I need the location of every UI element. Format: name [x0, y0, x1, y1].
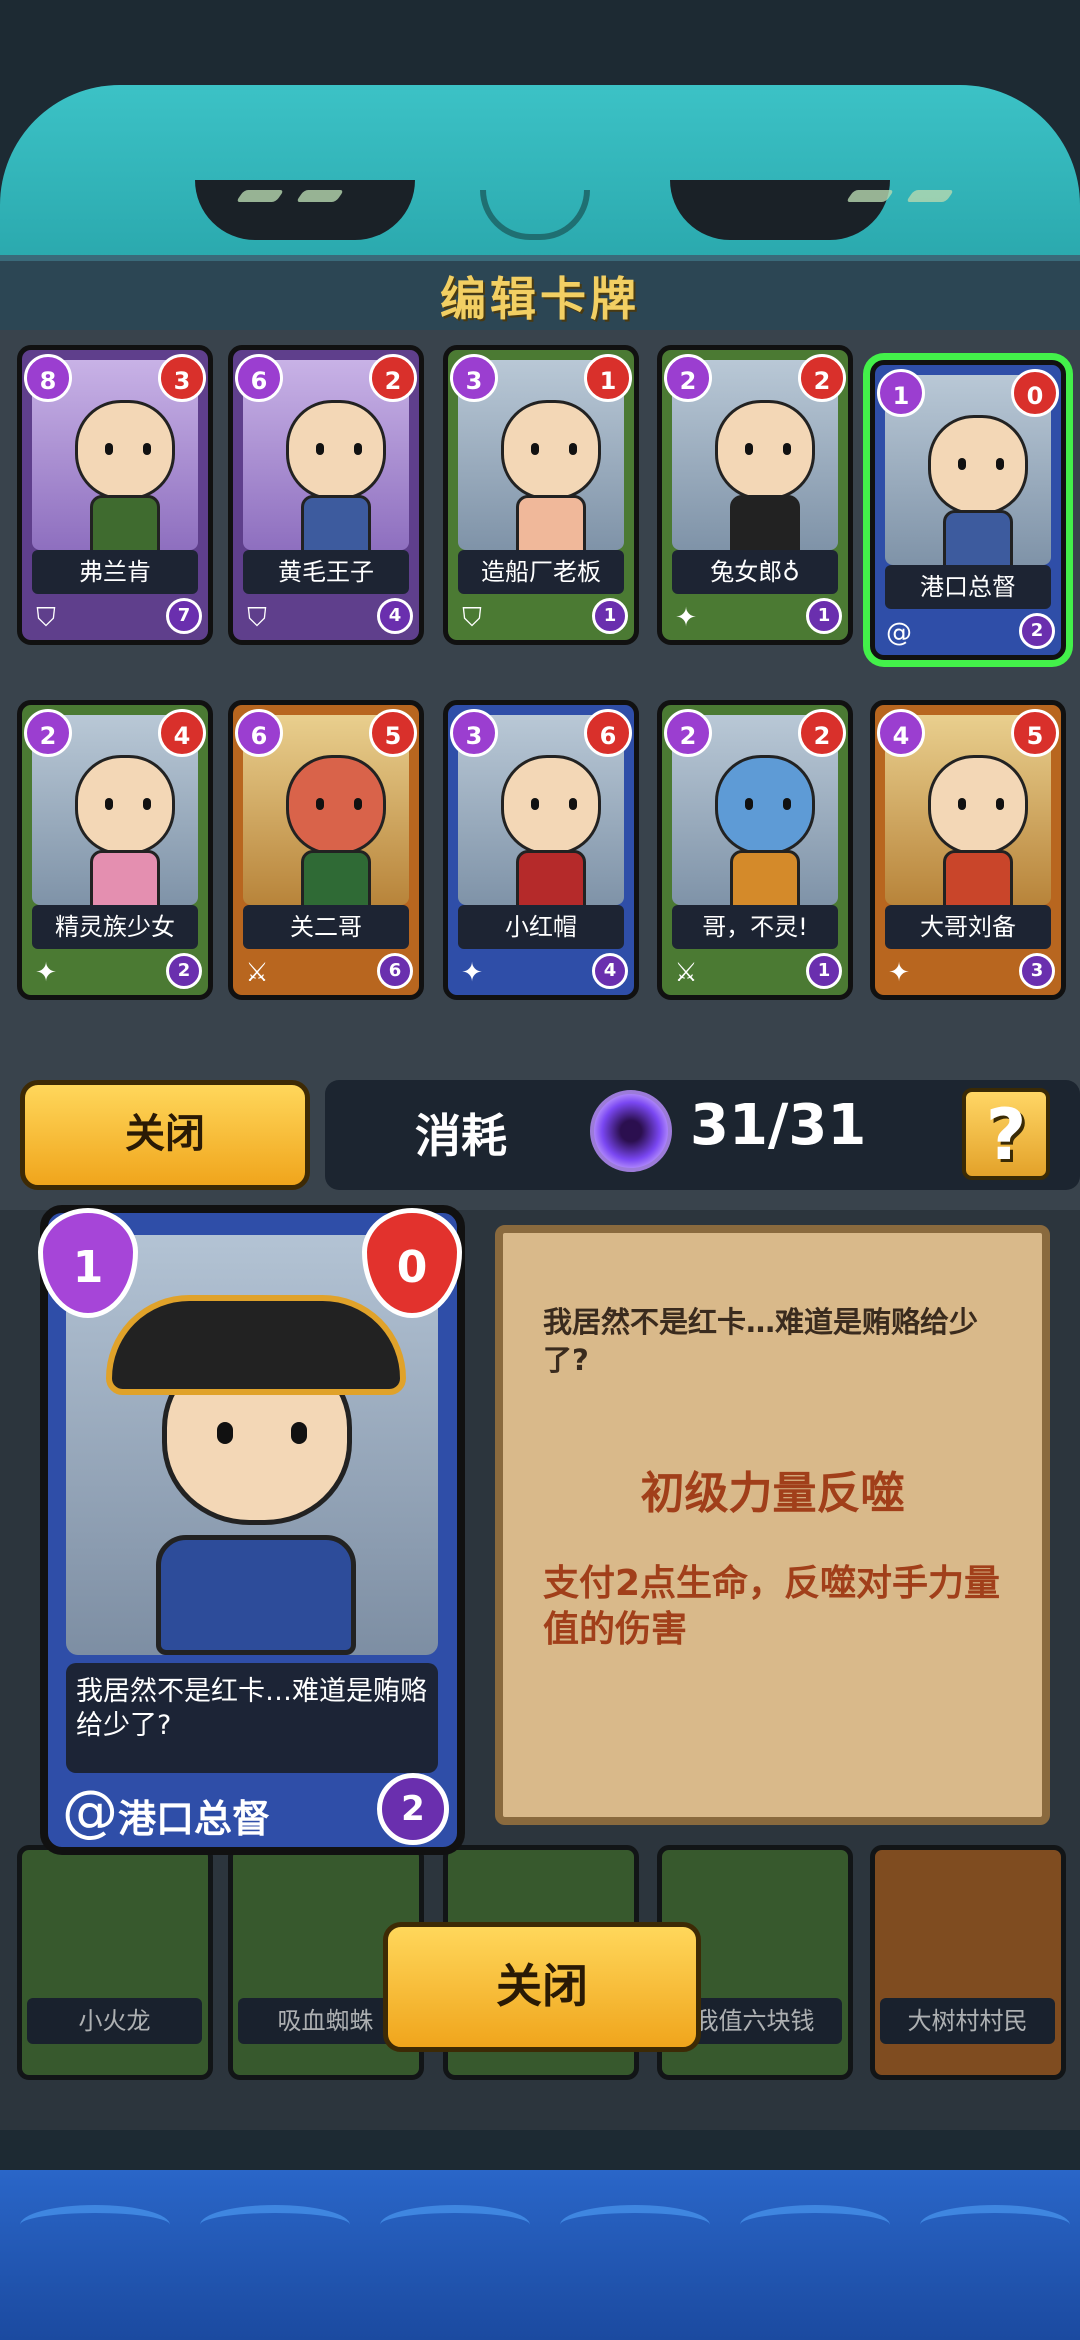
- shuriken-icon: ✦: [461, 958, 483, 988]
- cost-badge: 3: [450, 354, 498, 402]
- level-badge: 1: [806, 953, 842, 989]
- consume-label: 消耗: [415, 1109, 507, 1163]
- card-name: 哥，不灵!: [672, 905, 838, 949]
- mascot-eye-left: [195, 180, 415, 240]
- ability-panel: 我居然不是红卡…难道是贿赂给少了? 初级力量反噬 支付2点生命，反噬对手力量值的…: [495, 1225, 1050, 1825]
- help-button[interactable]: ?: [962, 1088, 1050, 1180]
- cost-badge: 1: [877, 369, 925, 417]
- level-badge: 3: [1019, 953, 1055, 989]
- character-coat: [156, 1535, 356, 1655]
- cost-badge: 4: [877, 709, 925, 757]
- tricorn-hat: [106, 1295, 406, 1395]
- power-badge: 4: [158, 709, 206, 757]
- shuriken-icon: ✦: [35, 958, 57, 988]
- shield-icon: ⛉: [462, 603, 482, 633]
- cost-badge: 2: [664, 709, 712, 757]
- page-title: 编辑卡牌: [440, 271, 640, 326]
- cost-badge: 2: [24, 709, 72, 757]
- sea-footer: [0, 2170, 1080, 2340]
- cost-badge: 8: [24, 354, 72, 402]
- header-background: [0, 0, 1080, 265]
- cost-badge: 2: [664, 354, 712, 402]
- shield-icon: ⛉: [36, 603, 56, 633]
- power-badge: 2: [369, 354, 417, 402]
- card-item[interactable]: 2 2 哥，不灵! ⚔ 1: [657, 700, 853, 1000]
- shuriken-icon: ✦: [888, 958, 910, 988]
- character-portrait: [928, 415, 1028, 515]
- card-item[interactable]: 6 2 黄毛王子 ⛉ 4: [228, 345, 424, 645]
- card-item[interactable]: 6 5 关二哥 ⚔ 6: [228, 700, 424, 1000]
- card-name: 小红帽: [458, 905, 624, 949]
- shuriken-icon: ✦: [675, 603, 697, 633]
- power-badge: 2: [798, 354, 846, 402]
- mana-count: 31/31: [690, 1093, 867, 1158]
- character-portrait: [75, 400, 175, 500]
- close-button[interactable]: 关闭: [20, 1080, 310, 1190]
- card-name: 关二哥: [243, 905, 409, 949]
- card-name: 弗兰肯: [32, 550, 198, 594]
- close-detail-button[interactable]: 关闭: [383, 1922, 701, 2052]
- wave: [740, 2205, 890, 2245]
- card-item[interactable]: 2 4 精灵族少女 ✦ 2: [17, 700, 213, 1000]
- card-name: 精灵族少女: [32, 905, 198, 949]
- card-item[interactable]: 2 2 兔女郎♁ ✦ 1: [657, 345, 853, 645]
- power-badge: 1: [584, 354, 632, 402]
- cost-badge: 6: [235, 354, 283, 402]
- character-portrait: [501, 400, 601, 500]
- card-name: 黄毛王子: [243, 550, 409, 594]
- character-portrait: [75, 755, 175, 855]
- wave: [920, 2205, 1070, 2245]
- card-item[interactable]: 3 6 小红帽 ✦ 4: [443, 700, 639, 1000]
- cost-badge: 6: [235, 709, 283, 757]
- character-portrait: [501, 755, 601, 855]
- mana-orb-icon: [590, 1090, 672, 1172]
- level-badge: 7: [166, 598, 202, 634]
- character-portrait: [286, 755, 386, 855]
- cost-badge: 3: [450, 709, 498, 757]
- card-detail-text: 我居然不是红卡…难道是贿赂给少了?: [66, 1663, 438, 1773]
- sword-icon: ⚔: [674, 958, 698, 988]
- card-name: 兔女郎♁: [672, 550, 838, 594]
- level-badge: 4: [592, 953, 628, 989]
- swirl-icon: @: [886, 618, 912, 648]
- card-name: 造船厂老板: [458, 550, 624, 594]
- wave: [20, 2205, 170, 2245]
- character-portrait: [715, 400, 815, 500]
- level-badge: 1: [592, 598, 628, 634]
- wave: [380, 2205, 530, 2245]
- card-item[interactable]: 4 5 大哥刘备 ✦ 3: [870, 700, 1066, 1000]
- sword-icon: ⚔: [245, 958, 269, 988]
- flavor-text: 我居然不是红卡…难道是贿赂给少了?: [543, 1305, 979, 1377]
- card-item-selected[interactable]: 1 0 港口总督 @ 2: [870, 360, 1066, 660]
- character-portrait: [928, 755, 1028, 855]
- card-name: 港口总督: [885, 565, 1051, 609]
- character-portrait: [715, 755, 815, 855]
- ability-description: 支付2点生命，反噬对手力量值的伤害: [543, 1563, 1001, 1650]
- power-badge: 6: [584, 709, 632, 757]
- card-name: 大哥刘备: [885, 905, 1051, 949]
- ability-title: 初级力量反噬: [640, 1468, 905, 1519]
- power-badge: 0: [1011, 369, 1059, 417]
- card-detail-name: 港口总督: [118, 1797, 271, 1841]
- level-badge: 2: [166, 953, 202, 989]
- shield-icon: ⛉: [247, 603, 267, 633]
- level-badge: 2: [1019, 613, 1055, 649]
- swirl-icon: @: [62, 1779, 118, 1844]
- level-badge: 4: [377, 598, 413, 634]
- card-item[interactable]: 3 1 造船厂老板 ⛉ 1: [443, 345, 639, 645]
- card-item[interactable]: 8 3 弗兰肯 ⛉ 7: [17, 345, 213, 645]
- level-badge: 1: [806, 598, 842, 634]
- wave: [560, 2205, 710, 2245]
- power-badge: 3: [158, 354, 206, 402]
- level-badge: 6: [377, 953, 413, 989]
- card-detail-level-badge: 2: [377, 1773, 449, 1845]
- title-bar: 编辑卡牌: [0, 255, 1080, 330]
- mascot-eye-right: [670, 180, 890, 240]
- power-badge: 5: [1011, 709, 1059, 757]
- power-badge: 5: [369, 709, 417, 757]
- character-portrait: [286, 400, 386, 500]
- power-badge: 2: [798, 709, 846, 757]
- wave: [200, 2205, 350, 2245]
